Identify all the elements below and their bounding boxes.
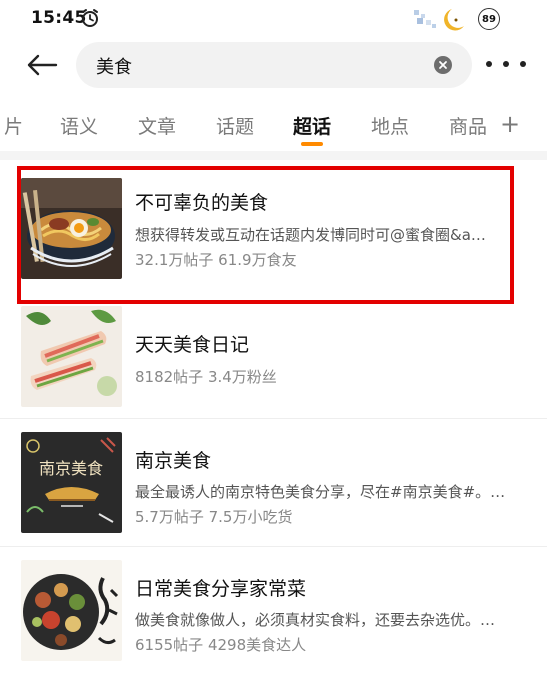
more-icon (486, 61, 492, 67)
topic-title: 不可辜负的美食 (135, 192, 269, 214)
list-divider (0, 546, 547, 547)
tab-super-topics[interactable]: 超话 (293, 112, 331, 139)
tab-topics[interactable]: 话题 (216, 112, 254, 139)
alarm-clock-icon (82, 9, 98, 27)
search-category-tabs: 片 语义 文章 话题 超话 地点 商品 + (0, 100, 547, 154)
tab-products[interactable]: 商品 (449, 112, 487, 139)
home-dishes-image (21, 560, 122, 661)
section-separator (0, 151, 547, 160)
clear-search-button[interactable] (434, 56, 452, 74)
tab-articles[interactable]: 文章 (138, 112, 176, 139)
active-tab-indicator (301, 142, 323, 146)
status-bar: 15:45 89 (0, 0, 547, 38)
list-item[interactable]: 日常美食分享家常菜 做美食就像做人，必须真材实食料，还要去杂选优。… 6155帖… (0, 560, 547, 685)
list-divider (0, 418, 547, 419)
more-options-button[interactable] (486, 52, 526, 76)
topic-stats: 8182帖子 3.4万粉丝 (135, 368, 277, 386)
topic-thumbnail: 南京美食 (21, 432, 122, 533)
tab-semantic[interactable]: 语义 (60, 112, 98, 139)
topic-stats: 6155帖子 4298美食达人 (135, 636, 307, 654)
more-icon-dot (520, 61, 526, 67)
list-item[interactable]: 不可辜负的美食 想获得转发或互动在话题内发博同时可@蜜食圈&a… 32.1万帖子… (0, 176, 547, 301)
topic-title: 日常美食分享家常菜 (135, 578, 307, 600)
status-sticker-icon (414, 9, 464, 31)
topic-thumbnail (21, 178, 122, 279)
topic-description: 最全最诱人的南京特色美食分享，尽在#南京美食#。… (135, 483, 506, 501)
ramen-bowl-image (21, 178, 122, 279)
clear-icon (439, 61, 447, 69)
battery-indicator: 89 (478, 8, 500, 30)
status-time: 15:45 (31, 8, 87, 28)
tab-pictures[interactable]: 片 (4, 112, 23, 139)
search-input[interactable]: 美食 (76, 42, 472, 88)
topic-title: 天天美食日记 (135, 334, 250, 356)
search-header: 美食 (0, 40, 547, 92)
thumbnail-text: 南京美食 (39, 459, 103, 478)
search-query-text: 美食 (96, 57, 132, 78)
topic-description: 想获得转发或互动在话题内发博同时可@蜜食圈&a… (135, 226, 486, 244)
spring-rolls-image (21, 306, 122, 407)
topic-description: 做美食就像做人，必须真材实食料，还要去杂选优。… (135, 611, 496, 629)
topic-thumbnail (21, 306, 122, 407)
tab-places[interactable]: 地点 (371, 112, 409, 139)
list-item[interactable]: 南京美食 南京美食 最全最诱人的南京特色美食分享，尽在#南京美食#。… 5.7万… (0, 432, 547, 557)
back-button[interactable] (24, 49, 60, 81)
topic-stats: 32.1万帖子 61.9万食友 (135, 251, 297, 269)
topic-title: 南京美食 (135, 450, 212, 472)
topic-stats: 5.7万帖子 7.5万小吃货 (135, 508, 293, 526)
nanjing-food-chalkboard-image: 南京美食 (21, 432, 122, 533)
add-tab-button[interactable]: + (500, 110, 520, 138)
topic-thumbnail (21, 560, 122, 661)
back-arrow-icon (27, 54, 58, 76)
more-icon-dot (503, 61, 509, 67)
list-item[interactable]: 天天美食日记 8182帖子 3.4万粉丝 (0, 306, 547, 431)
